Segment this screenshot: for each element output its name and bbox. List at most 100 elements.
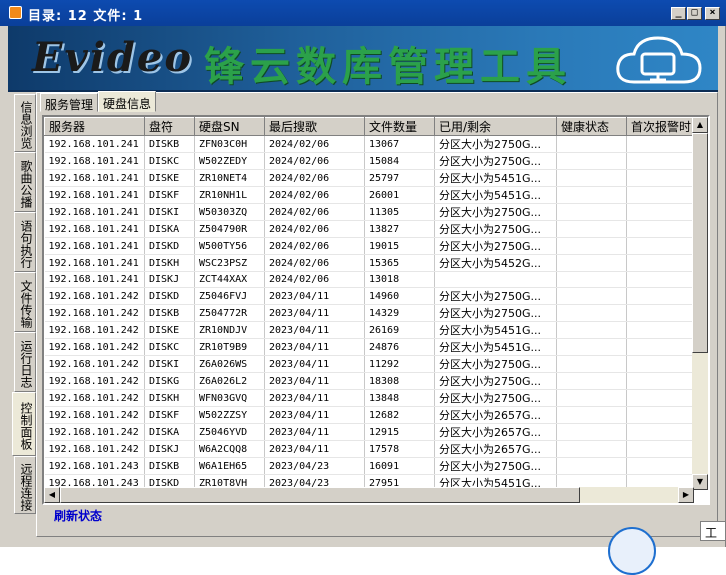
health-cell — [556, 254, 627, 272]
first-alarm-cell — [626, 304, 694, 322]
used-free-cell: 分区大小为2750G... — [434, 135, 557, 153]
table-row[interactable]: 192.168.101.242 DISKE ZR10NDJV 2023/04/11 26… — [44, 321, 694, 339]
scroll-down-button[interactable]: ▼ — [692, 474, 708, 490]
table-row[interactable]: 192.168.101.241 DISKJ ZCT44XAX 2024/02/06 13… — [44, 271, 694, 288]
column-header-file-count[interactable]: 文件数量 — [364, 117, 435, 136]
health-cell — [556, 457, 627, 475]
table-row[interactable]: 192.168.101.241 DISKD W500TY56 2024/02/06 19… — [44, 237, 694, 255]
close-button[interactable]: × — [705, 7, 720, 20]
disk-sn-cell: W502ZEDY — [194, 152, 265, 170]
first-alarm-cell — [626, 440, 694, 458]
table-row[interactable]: 192.168.101.241 DISKE ZR10NET4 2024/02/06 25… — [44, 169, 694, 187]
scroll-right-button[interactable]: ▶ — [678, 487, 694, 503]
table-row[interactable]: 192.168.101.242 DISKG Z6A026L2 2023/04/11 18… — [44, 372, 694, 390]
disk-sn-cell: WFN03GVQ — [194, 389, 265, 407]
table-row[interactable]: 192.168.101.241 DISKI W50303ZQ 2024/02/06 11… — [44, 203, 694, 221]
file-count-cell: 12915 — [364, 423, 435, 441]
refresh-status-link[interactable]: 刷新状态 — [54, 507, 102, 524]
disk-sn-cell: W6A1EH65 — [194, 457, 265, 475]
first-alarm-cell — [626, 135, 694, 153]
table-row[interactable]: 192.168.101.242 DISKB Z504772R 2023/04/11 14… — [44, 304, 694, 322]
side-tab-file-transfer[interactable]: 文件传输 — [14, 272, 36, 332]
column-header-drive[interactable]: 盘符 — [144, 117, 195, 136]
used-free-cell: 分区大小为2657G... — [434, 440, 557, 458]
last-scan-cell: 2023/04/11 — [264, 372, 365, 390]
drive-cell: DISKA — [144, 220, 195, 238]
table-row[interactable]: 192.168.101.242 DISKF W502ZZSY 2023/04/11 12… — [44, 406, 694, 424]
side-tab-info-browse[interactable]: 信息浏览 — [14, 94, 36, 152]
file-count-cell: 18308 — [364, 372, 435, 390]
server-cell: 192.168.101.241 — [44, 271, 145, 288]
last-scan-cell: 2023/04/23 — [264, 457, 365, 475]
table-row[interactable]: 192.168.101.241 DISKF ZR10NH1L 2024/02/06 26… — [44, 186, 694, 204]
tab-service-management[interactable]: 服务管理 — [40, 93, 99, 112]
table-row[interactable]: 192.168.101.242 DISKH WFN03GVQ 2023/04/11 13… — [44, 389, 694, 407]
disk-sn-cell: ZR10NET4 — [194, 169, 265, 187]
floating-assistant-button[interactable] — [608, 527, 656, 575]
table-row[interactable]: 192.168.101.242 DISKD Z5046FVJ 2023/04/11 14… — [44, 287, 694, 305]
first-alarm-cell — [626, 389, 694, 407]
column-header-disk-sn[interactable]: 硬盘SN — [194, 117, 265, 136]
column-header-server[interactable]: 服务器 — [44, 117, 145, 136]
table-row[interactable]: 192.168.101.242 DISKA Z5046YVD 2023/04/11 12… — [44, 423, 694, 441]
disk-sn-cell: Z5046FVJ — [194, 287, 265, 305]
scroll-left-button[interactable]: ◀ — [44, 487, 60, 503]
table-row[interactable]: 192.168.101.243 DISKB W6A1EH65 2023/04/23 16… — [44, 457, 694, 475]
vertical-scroll-thumb[interactable] — [692, 133, 708, 353]
last-scan-cell: 2023/04/11 — [264, 389, 365, 407]
window-controls: _ □ × — [671, 7, 720, 20]
table-row[interactable]: 192.168.101.242 DISKJ W6A2CQQ8 2023/04/11 17… — [44, 440, 694, 458]
last-scan-cell: 2024/02/06 — [264, 135, 365, 153]
drive-cell: DISKH — [144, 254, 195, 272]
file-count-cell: 26001 — [364, 186, 435, 204]
last-scan-cell: 2023/04/11 — [264, 304, 365, 322]
scroll-up-button[interactable]: ▲ — [692, 117, 708, 133]
title-bar[interactable]: 目录: 12 文件: 1 _ □ × — [0, 0, 726, 26]
horizontal-scroll-thumb[interactable] — [60, 487, 580, 503]
side-tab-control-panel[interactable]: 控制面板 — [12, 392, 36, 456]
drive-cell: DISKJ — [144, 440, 195, 458]
last-scan-cell: 2024/02/06 — [264, 186, 365, 204]
server-cell: 192.168.101.242 — [44, 304, 145, 322]
table-row[interactable]: 192.168.101.241 DISKB ZFN03C0H 2024/02/06 13… — [44, 135, 694, 153]
side-tab-sql-exec[interactable]: 语句执行 — [14, 212, 36, 272]
last-scan-cell: 2024/02/06 — [264, 237, 365, 255]
column-header-used-free[interactable]: 已用/剩余 — [434, 117, 557, 136]
file-count-cell: 15084 — [364, 152, 435, 170]
minimize-button[interactable]: _ — [671, 7, 686, 20]
tab-disk-info[interactable]: 硬盘信息 — [98, 91, 157, 112]
disk-sn-cell: ZR10T9B9 — [194, 338, 265, 356]
side-tab-run-log[interactable]: 运行日志 — [14, 332, 36, 392]
health-cell — [556, 389, 627, 407]
file-count-cell: 19015 — [364, 237, 435, 255]
column-header-health[interactable]: 健康状态 — [556, 117, 627, 136]
table-row[interactable]: 192.168.101.241 DISKA Z504790R 2024/02/06 13… — [44, 220, 694, 238]
drive-cell: DISKD — [144, 287, 195, 305]
horizontal-scrollbar[interactable]: ◀ ▶ — [44, 487, 694, 503]
last-scan-cell: 2024/02/06 — [264, 152, 365, 170]
health-cell — [556, 152, 627, 170]
vertical-scrollbar[interactable]: ▲ ▼ — [692, 117, 708, 490]
column-header-last-scan[interactable]: 最后搜歌 — [264, 117, 365, 136]
side-tab-song-broadcast[interactable]: 歌曲公播 — [14, 152, 36, 212]
first-alarm-cell — [626, 254, 694, 272]
table-row[interactable]: 192.168.101.242 DISKC ZR10T9B9 2023/04/11 24… — [44, 338, 694, 356]
server-cell: 192.168.101.241 — [44, 186, 145, 204]
last-scan-cell: 2023/04/11 — [264, 338, 365, 356]
side-tab-remote-connect[interactable]: 远程连接 — [14, 456, 36, 514]
health-cell — [556, 186, 627, 204]
column-header-first-alarm[interactable]: 首次报警时 — [626, 117, 694, 136]
table-row[interactable]: 192.168.101.242 DISKI Z6A026WS 2023/04/11 11… — [44, 355, 694, 373]
used-free-cell: 分区大小为2750G... — [434, 220, 557, 238]
file-count-cell: 11305 — [364, 203, 435, 221]
maximize-button[interactable]: □ — [687, 7, 702, 20]
used-free-cell: 分区大小为5452G... — [434, 254, 557, 272]
disk-sn-cell: ZCT44XAX — [194, 271, 265, 288]
first-alarm-cell — [626, 321, 694, 339]
table-row[interactable]: 192.168.101.241 DISKH WSC23PSZ 2024/02/06 15… — [44, 254, 694, 272]
server-cell: 192.168.101.242 — [44, 321, 145, 339]
last-scan-cell: 2024/02/06 — [264, 169, 365, 187]
disk-table: 服务器 盘符 硬盘SN 最后搜歌 文件数量 已用/剩余 健康状态 首次报警时 1… — [44, 117, 694, 490]
table-row[interactable]: 192.168.101.241 DISKC W502ZEDY 2024/02/06 15… — [44, 152, 694, 170]
drive-cell: DISKE — [144, 321, 195, 339]
